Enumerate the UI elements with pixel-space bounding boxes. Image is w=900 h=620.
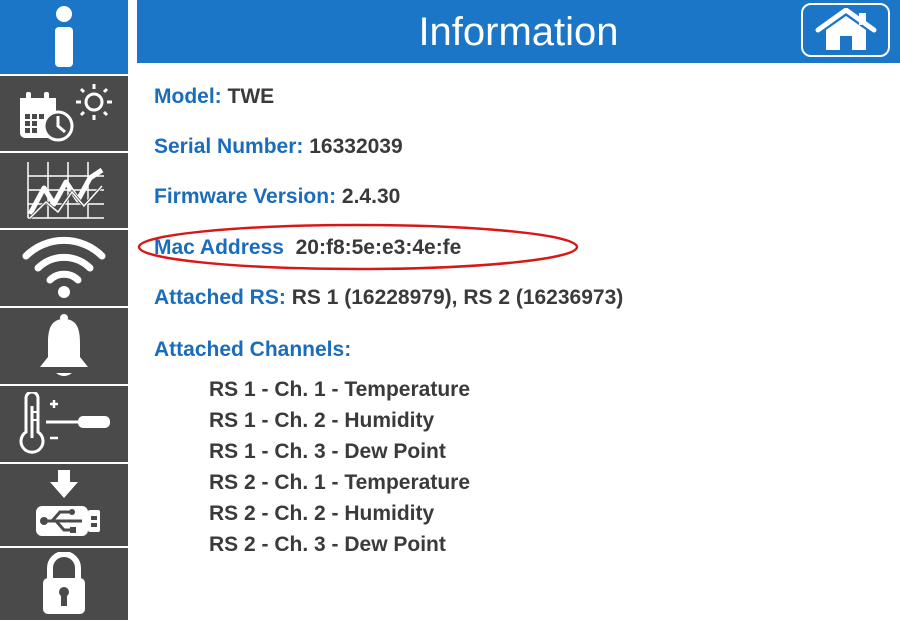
bell-icon bbox=[40, 314, 88, 376]
sidebar-nav bbox=[0, 0, 128, 620]
schedule-icon bbox=[20, 83, 112, 141]
wifi-icon bbox=[22, 236, 106, 298]
channel-list-item: RS 1 - Ch. 3 - Dew Point bbox=[209, 440, 446, 463]
attached-channels-heading-row: Attached Channels: bbox=[154, 337, 351, 363]
channel-list-item: RS 1 - Ch. 1 - Temperature bbox=[209, 378, 471, 401]
channel-list-item: RS 2 - Ch. 2 - Humidity bbox=[209, 502, 435, 525]
model-value: TWE bbox=[227, 85, 275, 108]
firmware-version-value: 2.4.30 bbox=[341, 185, 401, 208]
sidebar-item-info[interactable] bbox=[0, 0, 128, 74]
channel-list-item: RS 2 - Ch. 1 - Temperature bbox=[209, 471, 471, 494]
model-label: Model: bbox=[154, 85, 222, 108]
model-row: Model: TWE bbox=[154, 84, 274, 110]
sidebar-item-lock[interactable] bbox=[0, 548, 128, 620]
sidebar-item-wifi[interactable] bbox=[0, 230, 128, 306]
info-icon bbox=[55, 6, 73, 67]
sidebar-item-schedule[interactable] bbox=[0, 76, 128, 151]
lock-icon bbox=[43, 552, 85, 614]
serial-number-label: Serial Number: bbox=[154, 135, 304, 158]
mac-address-highlight-ellipse bbox=[137, 223, 579, 271]
graph-icon bbox=[27, 161, 104, 219]
info-panel: Model: TWE Serial Number: 16332039 Firmw… bbox=[154, 0, 894, 620]
channel-list-item: RS 1 - Ch. 2 - Humidity bbox=[209, 409, 435, 432]
serial-number-row: Serial Number: 16332039 bbox=[154, 134, 403, 160]
firmware-version-label: Firmware Version: bbox=[154, 185, 337, 208]
sidebar-item-alarms[interactable] bbox=[0, 308, 128, 384]
firmware-version-row: Firmware Version: 2.4.30 bbox=[154, 184, 400, 210]
sidebar-item-calibration[interactable] bbox=[0, 386, 128, 462]
attached-rs-label: Attached RS: bbox=[154, 286, 286, 309]
serial-number-value: 16332039 bbox=[309, 135, 403, 158]
attached-rs-value: RS 1 (16228979), RS 2 (16236973) bbox=[291, 286, 624, 309]
usb-download-icon bbox=[36, 470, 100, 536]
channel-list-item: RS 2 - Ch. 3 - Dew Point bbox=[209, 533, 446, 556]
sidebar-item-graph[interactable] bbox=[0, 153, 128, 228]
attached-channels-label: Attached Channels: bbox=[154, 338, 352, 361]
sidebar-item-usb[interactable] bbox=[0, 464, 128, 546]
calibration-icon bbox=[19, 392, 110, 454]
attached-rs-row: Attached RS: RS 1 (16228979), RS 2 (1623… bbox=[154, 285, 623, 311]
